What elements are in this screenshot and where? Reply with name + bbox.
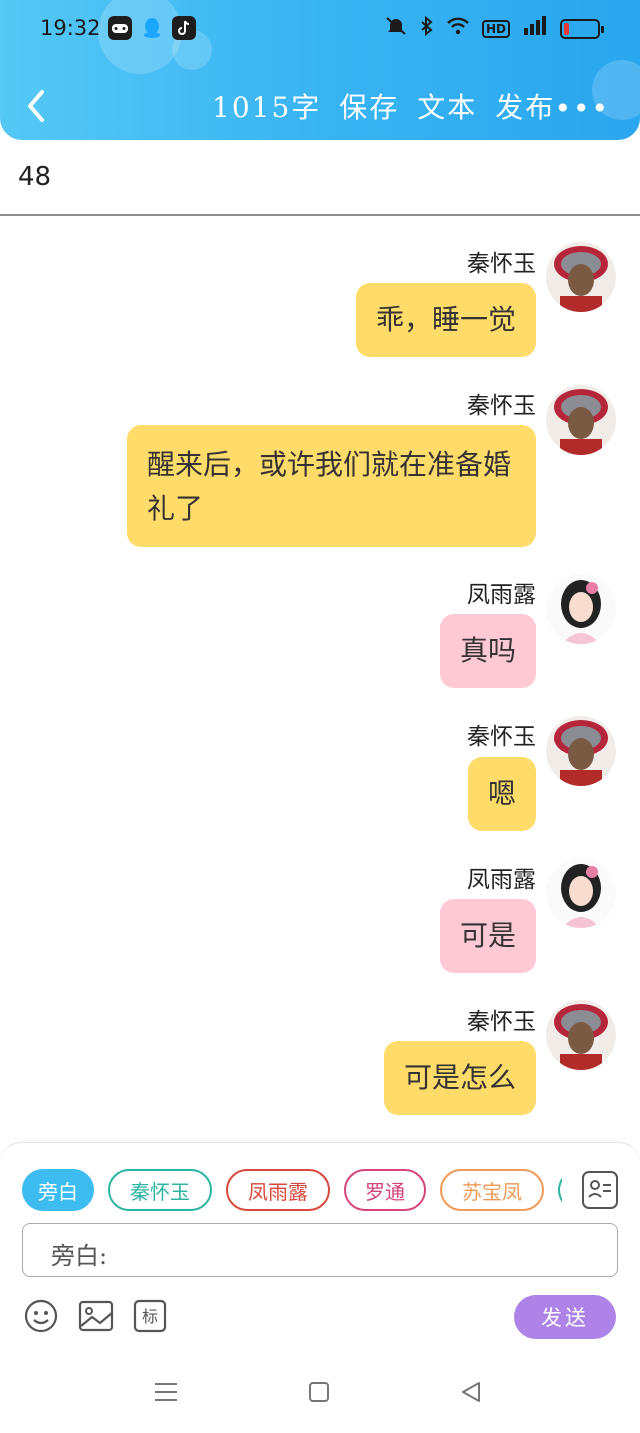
- status-icons-right: HD: [384, 15, 604, 41]
- input-speaker-label: 旁白:: [51, 1242, 108, 1270]
- chapter-title-row: 48: [0, 140, 640, 216]
- header-actions: 1015字 保存 文本 发布: [212, 86, 555, 126]
- character-chip-su[interactable]: 苏宝凤: [440, 1169, 544, 1211]
- gamepad-icon: [108, 16, 132, 40]
- composer-panel: 旁白 秦怀玉 凤雨露 罗通 苏宝凤 旁白: 标 发送: [0, 1142, 640, 1354]
- status-icons-left: [108, 16, 196, 40]
- hd-icon: HD: [481, 19, 510, 38]
- speaker-name: 凤雨露: [467, 867, 536, 893]
- tiktok-icon: [172, 16, 196, 40]
- character-selector: 旁白 秦怀玉 凤雨露 罗通 苏宝凤: [22, 1169, 562, 1211]
- qin-avatar[interactable]: [546, 385, 616, 455]
- speaker-name: 秦怀玉: [467, 251, 536, 277]
- tag-label: 标: [142, 1307, 158, 1326]
- tag-icon[interactable]: 标: [133, 1299, 167, 1333]
- message-bubble[interactable]: 可是: [439, 899, 536, 973]
- back-triangle-icon[interactable]: [460, 1380, 482, 1408]
- message-bubble[interactable]: 可是怎么: [383, 1041, 536, 1115]
- status-time: 19:32: [40, 16, 101, 40]
- bluetooth-icon: [420, 15, 434, 41]
- message-bubble[interactable]: 醒来后，或许我们就在准备婚礼了: [127, 425, 536, 547]
- character-chip-narrator[interactable]: 旁白: [22, 1169, 94, 1211]
- qin-avatar[interactable]: [546, 716, 616, 786]
- battery-icon: [560, 18, 604, 39]
- signal-icon: [522, 16, 548, 41]
- home-icon[interactable]: [308, 1380, 330, 1408]
- menu-icon[interactable]: [154, 1380, 178, 1408]
- qq-icon: [140, 16, 164, 40]
- speaker-name: 秦怀玉: [467, 724, 536, 750]
- chapter-title[interactable]: 48: [18, 162, 51, 192]
- word-count: 1015字: [212, 91, 322, 124]
- message-bubble[interactable]: 乖，睡一觉: [355, 283, 536, 357]
- character-chip-qin[interactable]: 秦怀玉: [108, 1169, 212, 1211]
- qin-avatar[interactable]: [546, 242, 616, 312]
- system-navigation-bar: [0, 1354, 640, 1433]
- character-chip-feng[interactable]: 凤雨露: [226, 1169, 330, 1211]
- emoji-icon[interactable]: [24, 1299, 58, 1333]
- wifi-icon: [446, 17, 470, 40]
- mute-icon: [384, 16, 408, 41]
- text-button[interactable]: 文本: [417, 86, 477, 126]
- speaker-name: 凤雨露: [467, 582, 536, 608]
- speaker-name: 秦怀玉: [467, 1009, 536, 1035]
- speaker-name: 秦怀玉: [467, 393, 536, 419]
- save-button[interactable]: 保存: [339, 86, 399, 126]
- dialogue-input[interactable]: 旁白:: [22, 1223, 618, 1277]
- send-button[interactable]: 发送: [514, 1295, 616, 1339]
- character-chip-luo[interactable]: 罗通: [344, 1169, 426, 1211]
- publish-button[interactable]: 发布: [495, 86, 555, 126]
- feng-avatar[interactable]: [546, 858, 616, 928]
- back-button[interactable]: [22, 86, 52, 126]
- message-bubble[interactable]: 真吗: [439, 614, 536, 688]
- contact-card-icon[interactable]: [582, 1171, 618, 1209]
- qin-avatar[interactable]: [546, 1000, 616, 1070]
- message-bubble[interactable]: 嗯: [467, 757, 536, 831]
- app-header: 19:32 HD 1015字 保存 文本 发布 •••: [0, 0, 640, 140]
- more-button[interactable]: •••: [554, 92, 610, 125]
- feng-avatar[interactable]: [546, 574, 616, 644]
- battery-level: [564, 22, 569, 35]
- image-icon[interactable]: [78, 1299, 114, 1333]
- character-chip-more[interactable]: [558, 1169, 562, 1211]
